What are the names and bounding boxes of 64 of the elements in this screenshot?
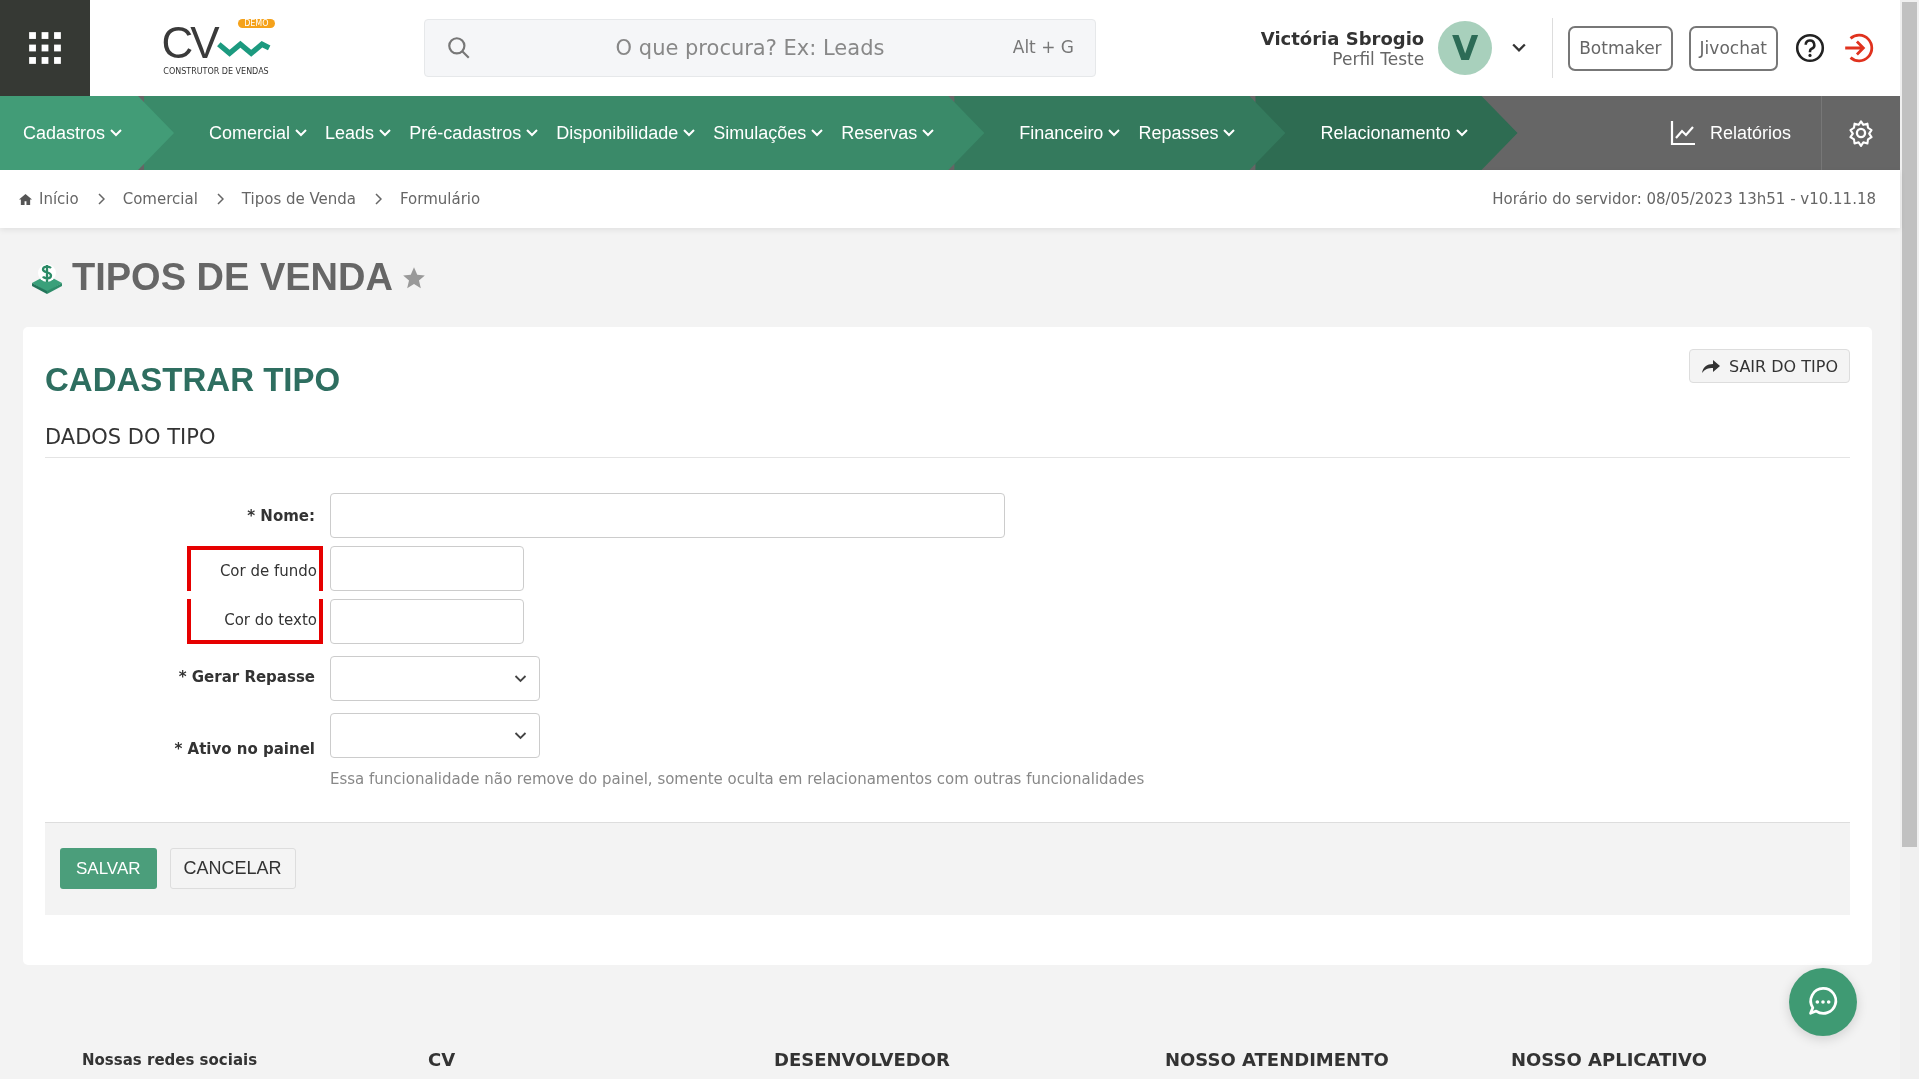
menu-item[interactable]: Pré-cadastros xyxy=(409,122,539,144)
user-profile: Perfil Teste xyxy=(1332,48,1425,69)
text-input[interactable] xyxy=(330,493,1005,538)
highlighted-label: Cor de fundo xyxy=(187,546,323,591)
scrollbar-thumb[interactable] xyxy=(1902,2,1917,847)
share-arrow-icon xyxy=(1700,358,1721,374)
chevron-down-icon[interactable] xyxy=(1512,43,1527,53)
menu-item[interactable]: Financeiro xyxy=(1019,122,1121,144)
home-icon xyxy=(18,192,33,206)
color-input[interactable] xyxy=(330,546,524,591)
menu-item[interactable]: Simulações xyxy=(713,122,824,144)
footer-heading: NOSSO APLICATIVO xyxy=(1511,1049,1708,1071)
search-icon xyxy=(446,35,472,61)
select-dropdown[interactable] xyxy=(330,713,540,758)
menu-item[interactable]: Comercial xyxy=(209,122,308,144)
integration-button[interactable]: Botmaker xyxy=(1568,25,1673,71)
section-heading: DADOS DO TIPO xyxy=(45,425,1850,458)
integration-button[interactable]: Jivochat xyxy=(1688,25,1778,71)
breadcrumb-link[interactable]: Formulário xyxy=(400,190,481,208)
apps-menu-button[interactable] xyxy=(0,0,90,96)
demo-badge: DEMO xyxy=(238,18,275,28)
menu-item[interactable]: Relacionamento xyxy=(1320,122,1468,144)
chevron-down-icon xyxy=(514,731,527,740)
settings-icon[interactable] xyxy=(1847,119,1875,147)
footer-heading: NOSSO ATENDIMENTO xyxy=(1165,1049,1390,1071)
server-time: Horário do servidor: 08/05/2023 13h51 - v10.11.18 xyxy=(1492,190,1876,208)
form-title: CADASTRAR TIPO xyxy=(45,361,341,399)
reports-link[interactable]: Relatórios xyxy=(1669,120,1821,146)
footer-heading: DESENVOLVEDOR xyxy=(774,1049,951,1071)
user-name: Victória Sbrogio xyxy=(1260,27,1425,49)
chevron-right-icon xyxy=(215,193,224,205)
breadcrumb-link[interactable]: Tipos de Venda xyxy=(241,190,357,208)
footer-heading: CV xyxy=(428,1049,457,1071)
page-title: TIPOS DE VENDA xyxy=(72,256,393,299)
color-input[interactable] xyxy=(330,599,524,644)
field-label: * Ativo no painel xyxy=(174,738,315,760)
grid-icon xyxy=(28,31,62,65)
cancel-button[interactable]: CANCELAR xyxy=(169,848,296,889)
menu-item[interactable]: Disponibilidade xyxy=(556,122,696,144)
chat-button[interactable] xyxy=(1789,968,1857,1036)
logout-icon[interactable] xyxy=(1842,32,1874,64)
chevron-right-icon xyxy=(96,193,105,205)
help-icon[interactable] xyxy=(1794,32,1826,64)
menu-item[interactable]: Repasses xyxy=(1138,122,1236,144)
menu-item[interactable]: Leads xyxy=(325,122,392,144)
menu-item[interactable]: Cadastros xyxy=(23,122,123,144)
chevron-right-icon xyxy=(374,193,383,205)
line-chart-icon xyxy=(1669,120,1696,146)
logo-text: CV xyxy=(161,20,217,65)
user-avatar[interactable]: V xyxy=(1438,21,1493,75)
breadcrumb-link[interactable]: Comercial xyxy=(122,190,198,208)
select-dropdown[interactable] xyxy=(330,656,540,701)
exit-button[interactable]: SAIR DO TIPO xyxy=(1688,349,1850,383)
menu-item[interactable]: Reservas xyxy=(841,122,935,144)
logo-tagline: CONSTRUTOR DE VENDAS xyxy=(163,66,269,76)
breadcrumb-link[interactable]: Início xyxy=(39,190,79,208)
help-text: Essa funcionalidade não remove do painel, somente oculta em relacionamentos com outras funcionalidades xyxy=(330,770,1145,788)
footer-heading: Nossas redes sociais xyxy=(82,1050,259,1071)
highlighted-label: Cor do texto xyxy=(187,599,323,644)
field-label: * Gerar Repasse xyxy=(178,666,315,688)
shortcut-hint: Alt + G xyxy=(1012,37,1074,57)
field-label: * Nome: xyxy=(247,505,315,527)
chevron-down-icon xyxy=(514,674,527,683)
save-button[interactable]: SALVAR xyxy=(60,848,157,889)
